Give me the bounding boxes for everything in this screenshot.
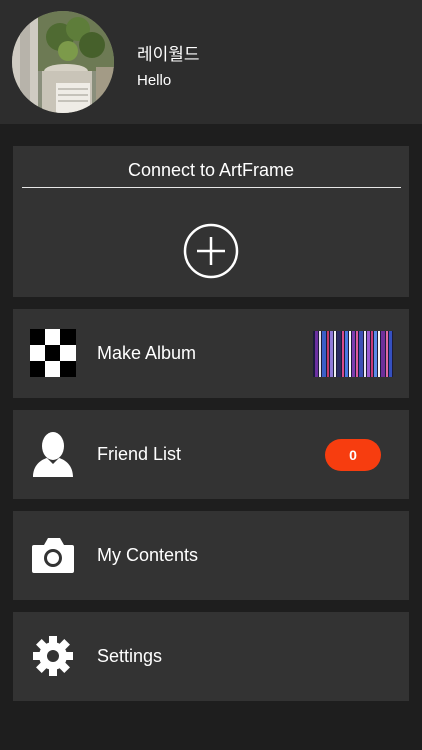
add-frame-button[interactable] [183,223,239,279]
checker-icon [30,329,76,377]
friend-count-badge: 0 [325,439,381,471]
album-thumbnail [313,331,393,377]
menu-label: Make Album [97,343,197,363]
menu-item-settings[interactable]: Settings [13,612,409,701]
divider [22,187,401,188]
menu-item-friend-list[interactable]: Friend List 0 [13,410,409,499]
menu-label: Friend List [97,444,182,464]
menu-item-my-contents[interactable]: My Contents [13,511,409,600]
gear-icon [30,632,76,680]
menu-label: Settings [97,646,163,666]
profile-name: 레이월드 [137,45,200,64]
profile-status: Hello [137,72,172,89]
plus-circle-icon [183,223,239,279]
menu-label: My Contents [97,545,199,565]
camera-icon [30,531,76,579]
profile-header: 레이월드 Hello [0,0,422,124]
avatar[interactable] [12,11,114,113]
menu-item-make-album[interactable]: Make Album [13,309,409,398]
connect-title: Connect to ArtFrame [127,160,295,180]
connect-artframe-card: Connect to ArtFrame [13,146,409,297]
person-icon [30,430,76,478]
